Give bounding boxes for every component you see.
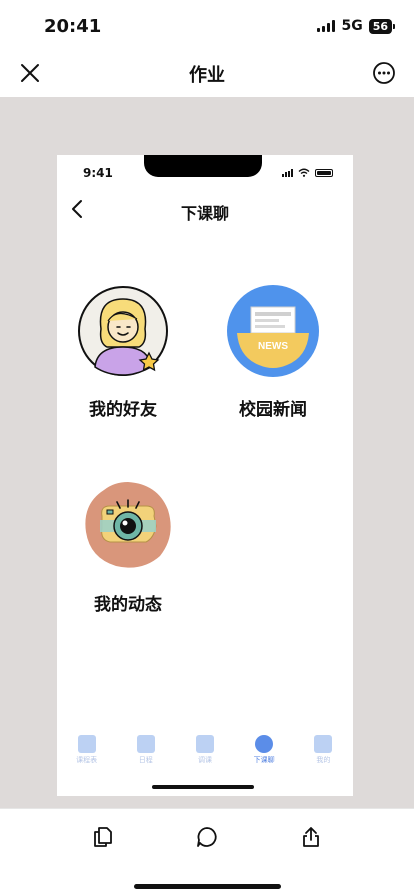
preview-status-indicators (282, 168, 333, 177)
tab-label: 课程表 (76, 756, 98, 764)
preview-tab-bar: 课程表 日程 调课 下课聊 我的 (57, 735, 353, 771)
network-type: 5G (341, 18, 363, 34)
phone-notch (144, 155, 262, 177)
tab-profile[interactable]: 我的 (299, 735, 347, 771)
status-indicators: 5G 56 (317, 18, 396, 34)
tile-my-friends[interactable]: 我的好友 (70, 285, 176, 420)
tab-reschedule[interactable]: 调课 (181, 735, 229, 771)
signal-icon (317, 20, 336, 32)
home-indicator (134, 884, 281, 889)
tab-chat[interactable]: 下课聊 (240, 735, 288, 771)
status-time: 20:41 (44, 16, 102, 37)
tile-campus-news[interactable]: NEWS 校园新闻 (220, 285, 326, 420)
news-icon: NEWS (227, 285, 319, 377)
news-badge-text: NEWS (258, 341, 288, 352)
preview-frame: 9:41 下课聊 我的好友 NEWS 校园新闻 我的动态 课程表 日程 调课 下… (0, 97, 414, 808)
friends-avatar-icon (78, 286, 168, 376)
preview-home-indicator (152, 785, 254, 789)
preview-battery-icon (315, 168, 333, 177)
copy-icon[interactable] (91, 825, 115, 849)
tile-my-moments[interactable]: 我的动态 (75, 480, 181, 615)
tab-label: 我的 (316, 756, 331, 764)
tab-schedule[interactable]: 日程 (122, 735, 170, 771)
page-title: 作业 (189, 65, 225, 86)
profile-icon (314, 735, 333, 753)
bottom-toolbar (0, 808, 414, 896)
nav-bar: 作业 (0, 50, 414, 97)
wifi-icon (298, 168, 310, 177)
comment-icon[interactable] (195, 825, 219, 849)
reschedule-icon (195, 735, 214, 753)
moments-camera-icon (85, 482, 171, 568)
preview-signal-icon (282, 168, 293, 177)
tile-label: 我的好友 (89, 400, 157, 420)
share-icon[interactable] (299, 825, 323, 849)
more-icon[interactable] (372, 61, 396, 85)
timetable-icon (77, 735, 96, 753)
preview-status-time: 9:41 (83, 166, 113, 180)
tab-label: 调课 (197, 756, 212, 764)
schedule-icon (136, 735, 155, 753)
tab-label: 日程 (138, 756, 153, 764)
status-bar: 20:41 5G 56 (0, 0, 414, 50)
preview-title: 下课聊 (180, 204, 229, 223)
tab-timetable[interactable]: 课程表 (63, 735, 111, 771)
app-preview: 9:41 下课聊 我的好友 NEWS 校园新闻 我的动态 课程表 日程 调课 下… (57, 155, 353, 796)
tile-label: 校园新闻 (239, 400, 307, 420)
tab-label: 下课聊 (253, 756, 275, 764)
tile-label: 我的动态 (94, 595, 162, 615)
chat-icon (255, 735, 274, 753)
preview-header: 下课聊 (57, 195, 353, 225)
battery-icon: 56 (368, 18, 396, 34)
